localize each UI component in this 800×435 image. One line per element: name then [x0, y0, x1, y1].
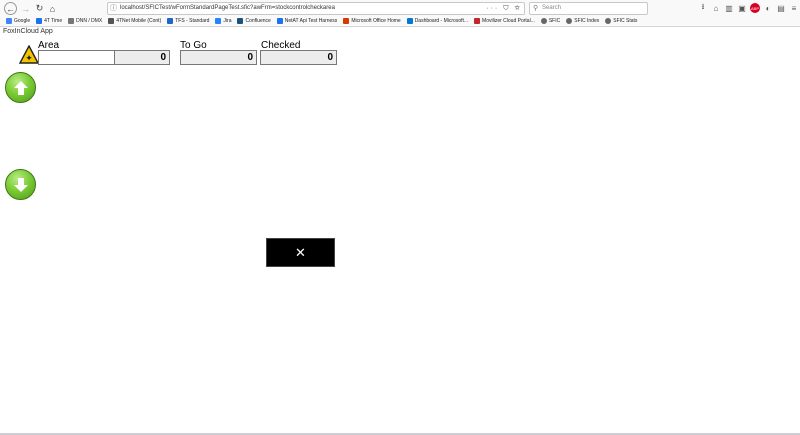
confluence-icon [237, 18, 244, 24]
search-placeholder: Search [542, 5, 562, 11]
sidebar-icon[interactable]: ▣ [737, 3, 747, 13]
globe-icon [605, 18, 612, 24]
abp-icon[interactable]: ABP [750, 3, 760, 13]
library-icon[interactable]: ▥ [724, 3, 734, 13]
bookmark-sfic-index[interactable]: SFIC Index [566, 16, 599, 26]
app-title: FoxInCloud App [3, 28, 53, 35]
bookmark-label: SFIC Stats [613, 18, 638, 24]
bookmark-label: SFIC [548, 18, 561, 24]
bookmark-netat-api[interactable]: NetAT Api Test Harness [276, 16, 338, 26]
bookmark-tfs[interactable]: TFS - Standard [167, 16, 209, 26]
bookmark-label: Dashboard - Microsoft... [414, 18, 469, 24]
screenshot-icon[interactable]: ▤ [776, 3, 786, 13]
warning-icon: ✦ [19, 45, 39, 64]
arrow-up-icon [13, 80, 28, 95]
movilizer-icon [474, 18, 481, 24]
bookmark-dashboard[interactable]: Dashboard - Microsoft... [406, 16, 469, 26]
search-input[interactable]: ⚲ Search [529, 2, 648, 15]
bookmark-label: Jira [223, 18, 232, 24]
netat-icon [276, 18, 283, 24]
to-go-field: 0 [180, 50, 257, 65]
home-shortcut-icon[interactable]: ⌂ [711, 3, 721, 13]
tfs-icon [167, 18, 174, 24]
browser-toolbar: ← → ↻ ⌂ ⓘ localhost/SFICTest/wFormStanda… [0, 0, 800, 16]
bookmark-label: Confluence [245, 18, 271, 24]
jira-icon [215, 18, 222, 24]
4t-time-icon [36, 18, 43, 24]
page-actions-icon[interactable]: ··· ⛉ ☆ [486, 3, 522, 14]
scroll-up-button[interactable] [5, 72, 36, 103]
bookmark-4t-time[interactable]: 4T Time [36, 16, 62, 26]
checked-field: 0 [260, 50, 337, 65]
area-input[interactable] [38, 50, 115, 65]
bookmark-label: Movilizer Cloud Portal... [482, 18, 535, 24]
bookmark-label: 4T Time [44, 18, 63, 24]
toolbar-icons: ⭳ ⌂ ▥ ▣ ABP ◐ ▤ ≡ [698, 2, 799, 14]
google-icon [6, 18, 12, 24]
bookmark-label: 4TNet Mobile (Cont) [116, 18, 162, 24]
bookmark-label: TFS - Standard [175, 18, 210, 24]
forward-icon[interactable]: → [19, 2, 32, 15]
bookmark-label: DNN / DMX [76, 18, 103, 24]
bookmark-4tnet-mobile[interactable]: 4TNet Mobile (Cont) [108, 16, 161, 26]
bookmark-label: Microsoft Office Home [351, 18, 401, 24]
bookmark-label: NetAT Api Test Harness [284, 18, 338, 24]
url-bar[interactable]: ⓘ localhost/SFICTest/wFormStandardPageTe… [107, 2, 525, 15]
bookmark-label: Google [14, 18, 31, 24]
download-icon[interactable]: ⭳ [698, 2, 708, 13]
dnn-icon [68, 18, 75, 24]
bookmark-movilizer[interactable]: Movilizer Cloud Portal... [474, 16, 535, 26]
area-count-field: 0 [114, 50, 170, 65]
back-icon[interactable]: ← [4, 2, 17, 15]
menu-icon[interactable]: ≡ [789, 3, 799, 13]
bookmark-office-home[interactable]: Microsoft Office Home [343, 16, 401, 26]
bookmark-confluence[interactable]: Confluence [237, 16, 271, 26]
globe-icon [540, 18, 547, 24]
scroll-down-button[interactable] [5, 169, 36, 200]
reload-icon[interactable]: ↻ [33, 2, 46, 15]
globe-icon [566, 18, 573, 24]
search-icon: ⚲ [533, 5, 539, 12]
bookmark-dnn-dmx[interactable]: DNN / DMX [68, 16, 102, 26]
office-icon [343, 18, 350, 24]
info-icon[interactable]: ⓘ [110, 3, 117, 14]
home-icon[interactable]: ⌂ [46, 2, 59, 15]
azure-icon [406, 18, 413, 24]
4tnet-icon [108, 18, 115, 24]
bookmark-google[interactable]: Google [6, 16, 30, 26]
extension-icon[interactable]: ◐ [763, 3, 773, 13]
close-button[interactable]: ✕ [266, 238, 335, 267]
bookmark-sfic-stats[interactable]: SFIC Stats [605, 16, 637, 26]
bookmark-sfic[interactable]: SFIC [540, 16, 561, 26]
bookmarks-bar: Google 4T Time DNN / DMX 4TNet Mobile (C… [6, 16, 637, 26]
arrow-down-icon [13, 177, 28, 192]
bookmark-label: SFIC Index [574, 18, 600, 24]
url-text: localhost/SFICTest/wFormStandardPageTest… [120, 5, 335, 11]
browser-chrome: ← → ↻ ⌂ ⓘ localhost/SFICTest/wFormStanda… [0, 0, 800, 27]
bookmark-jira[interactable]: Jira [215, 16, 231, 26]
svg-text:✦: ✦ [25, 53, 33, 63]
